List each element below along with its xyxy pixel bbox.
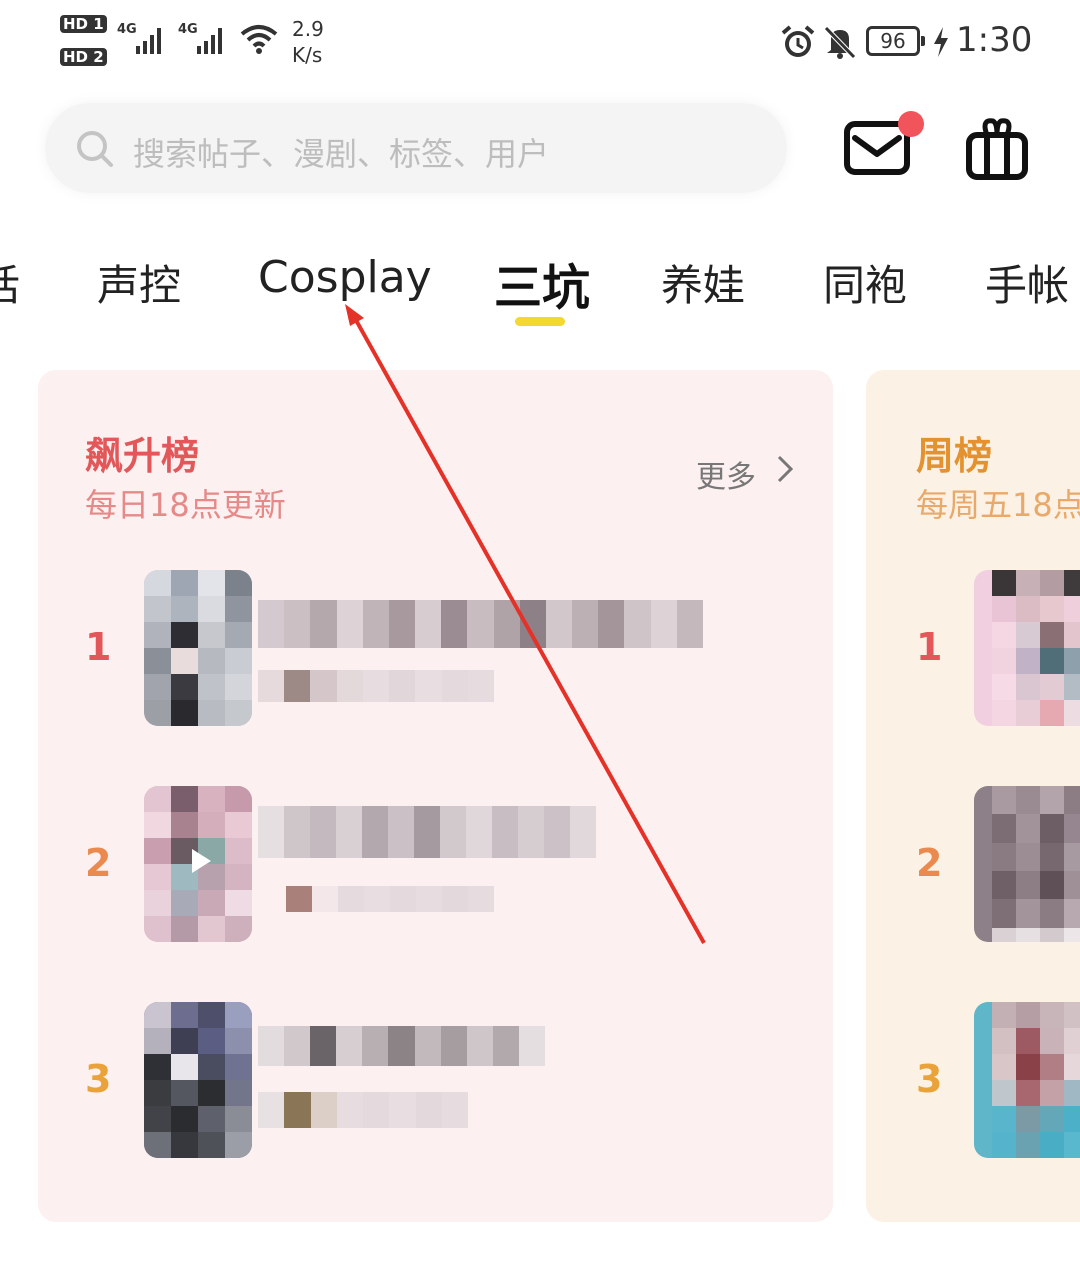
notification-dot [898,111,924,137]
mute-icon [824,26,856,59]
network-speed: 2.9 K/s [292,16,324,68]
rank-number: 1 [916,625,943,669]
ranking-row[interactable]: 1 [38,570,833,730]
post-author-redacted [258,670,494,702]
tab-journal[interactable]: 手帐 [985,252,1069,313]
ranking-row[interactable]: 3 [38,1002,833,1162]
rank-number: 2 [85,841,112,885]
search-placeholder: 搜索帖子、漫剧、标签、用户 [133,135,550,173]
search-icon [77,131,113,167]
post-thumbnail[interactable] [974,1002,1080,1158]
ranking-row[interactable]: 2 [866,786,1080,946]
wifi-icon [240,25,278,54]
tab-tongpao[interactable]: 同袍 [823,252,907,313]
sim2-badge: HD 2 [60,48,107,66]
post-title-redacted [258,1026,545,1066]
ranking-row[interactable]: 2 [38,786,833,946]
tab-partial[interactable]: 话 [0,252,20,313]
card-title: 周榜 [916,434,993,478]
post-title-redacted [258,600,703,648]
weekly-ranking-card: 周榜 每周五18点 1 2 3 [866,370,1080,1222]
charging-icon [934,27,948,57]
ranking-row[interactable]: 1 [866,570,1080,730]
speed-unit: K/s [292,43,323,67]
post-thumbnail[interactable] [974,786,1080,942]
network-type-2: 4G [178,22,198,37]
signal-icon [136,26,176,54]
tab-cosplay[interactable]: Cosplay [258,252,432,303]
active-tab-indicator [515,317,565,326]
card-subtitle: 每周五18点 [916,486,1080,524]
ranking-row[interactable]: 3 [866,1002,1080,1162]
card-title: 飙升榜 [85,434,200,478]
post-author-redacted [286,886,494,912]
gift-icon[interactable] [963,115,1031,181]
rank-number: 3 [85,1057,112,1101]
post-thumbnail[interactable] [974,570,1080,726]
post-title-redacted [258,806,596,858]
post-thumbnail[interactable] [144,786,252,942]
tab-doll[interactable]: 养娃 [661,252,745,313]
rank-number: 1 [85,625,112,669]
category-tabs: 话 声控 Cosplay 三坑 养娃 同袍 手帐 [0,240,1080,330]
status-bar: HD 1 HD 2 4G 4G 2.9 K/s 96 1:30 [0,0,1080,90]
card-subtitle: 每日18点更新 [85,486,286,524]
network-type-1: 4G [117,22,137,37]
sim1-badge: HD 1 [60,15,107,33]
alarm-icon [781,25,815,57]
rank-number: 3 [916,1057,943,1101]
post-author-redacted [258,1092,468,1128]
rank-number: 2 [916,841,943,885]
battery-indicator: 96 [866,26,925,56]
rising-ranking-card: 飙升榜 每日18点更新 更多 1 2 3 [38,370,833,1222]
chevron-right-icon[interactable] [774,454,796,484]
play-icon [192,849,211,873]
more-link[interactable]: 更多 [696,452,756,496]
tab-sankeng[interactable]: 三坑 [494,248,590,318]
post-thumbnail[interactable] [144,570,252,726]
tab-voice[interactable]: 声控 [97,252,181,313]
search-bar[interactable]: 搜索帖子、漫剧、标签、用户 [45,103,787,193]
signal-icon-2 [197,26,237,54]
post-thumbnail[interactable] [144,1002,252,1158]
clock: 1:30 [956,20,1033,60]
speed-value: 2.9 [292,17,324,41]
